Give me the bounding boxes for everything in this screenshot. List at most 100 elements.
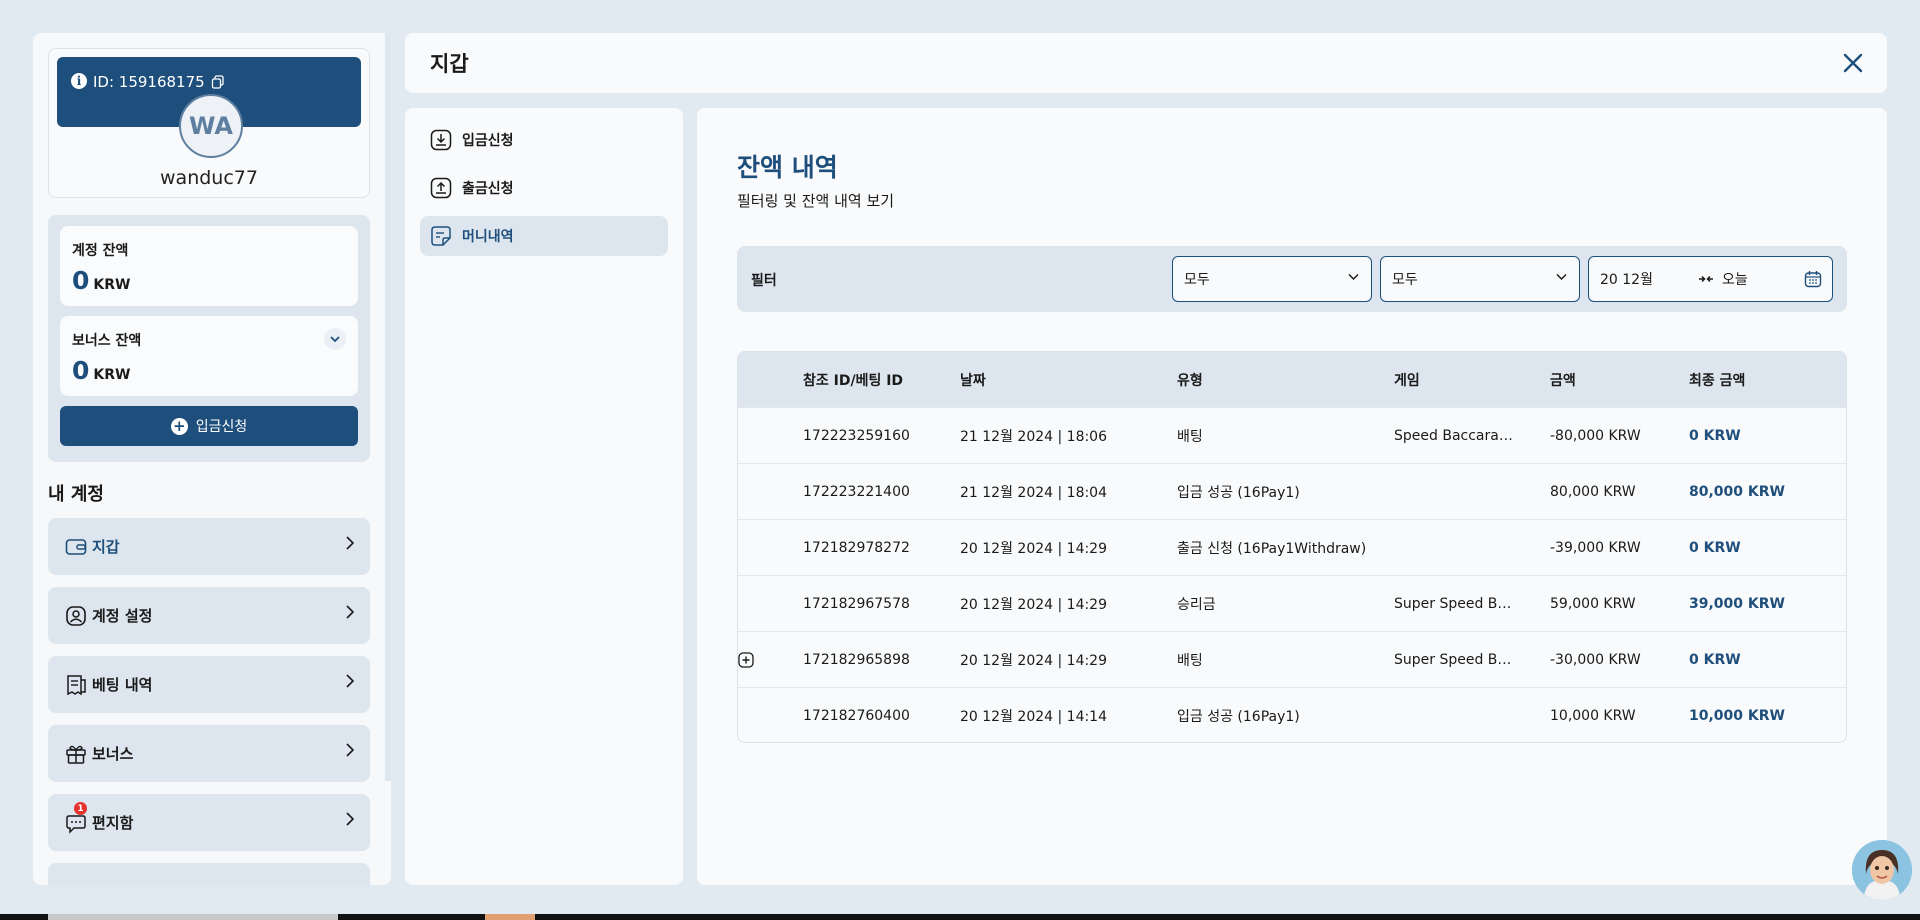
cell-final-amount: 80,000 KRW (1689, 483, 1785, 500)
user-settings-icon (64, 604, 88, 628)
profile-card: i ID: 159168175 WA wanduc77 (48, 48, 370, 198)
download-icon (430, 129, 452, 151)
cell-final-amount: 0 KRW (1689, 427, 1741, 444)
sidebar-item-account-settings[interactable]: 계정 설정 (48, 587, 370, 644)
table-row[interactable]: 172182760400 20 12월 2024 | 14:14 입금 성공 (… (738, 687, 1846, 742)
cell-ref: 172223221400 (803, 483, 910, 500)
cell-amount: -39,000 KRW (1550, 539, 1641, 556)
balance-history-table: 참조 ID/베팅 ID 날짜 유형 게임 금액 최종 금액 1722232591… (737, 351, 1847, 743)
table-row[interactable]: 172182967578 20 12월 2024 | 14:29 승리금 Sup… (738, 575, 1846, 631)
account-balance-card: 계정 잔액 0 KRW (60, 226, 358, 306)
cell-date: 20 12월 2024 | 14:14 (960, 708, 1108, 725)
sidebar-item-wallet[interactable]: 지갑 (48, 518, 370, 575)
submenu-deposit[interactable]: 입금신청 (420, 120, 668, 160)
submenu-withdraw[interactable]: 출금신청 (420, 168, 668, 208)
sidebar-item-label: 지갑 (92, 538, 120, 556)
table-header: 참조 ID/베팅 ID 날짜 유형 게임 금액 최종 금액 (738, 352, 1846, 407)
close-icon[interactable] (1841, 51, 1865, 75)
sidebar-item-label: 베팅 내역 (92, 676, 153, 694)
cell-game: Super Speed Ba… (1394, 652, 1517, 668)
deposit-button[interactable]: + 입금신청 (60, 406, 358, 446)
account-balance-label: 계정 잔액 (72, 243, 129, 259)
account-sidebar: i ID: 159168175 WA wanduc77 계정 잔액 0 KRW 보… (33, 33, 391, 885)
cell-amount: 10,000 KRW (1550, 707, 1636, 724)
avatar: WA (179, 94, 243, 158)
copy-icon[interactable] (211, 75, 225, 89)
cell-date: 21 12월 2024 | 18:04 (960, 484, 1108, 501)
date-from: 20 12월 (1600, 272, 1653, 288)
cell-date: 21 12월 2024 | 18:06 (960, 428, 1108, 445)
section-title: 잔액 내역 (737, 153, 838, 182)
chevron-right-icon (346, 536, 354, 550)
wallet-submenu: 입금신청 출금신청 머니내역 (405, 108, 683, 885)
column-header: 게임 (1394, 372, 1420, 389)
cell-type: 입금 성공 (16Pay1) (1177, 708, 1300, 725)
account-balance-value: 0 KRW (72, 266, 346, 295)
column-header: 날짜 (960, 372, 986, 389)
cell-game: Super Speed Ba… (1394, 596, 1517, 612)
table-row[interactable]: 172223259160 21 12월 2024 | 18:06 배팅 Spee… (738, 407, 1846, 463)
cell-ref: 172223259160 (803, 427, 910, 444)
deposit-button-label: 입금신청 (195, 419, 248, 435)
sidebar-item-bonus[interactable]: 보너스 (48, 725, 370, 782)
cell-date: 20 12월 2024 | 14:29 (960, 652, 1108, 669)
submenu-label: 입금신청 (462, 133, 514, 149)
chevron-right-icon (346, 812, 354, 826)
cell-amount: -30,000 KRW (1550, 651, 1641, 668)
cell-amount: 80,000 KRW (1550, 483, 1636, 500)
cell-game (1394, 464, 1517, 519)
sidebar-item-inbox[interactable]: 1 편지함 (48, 794, 370, 851)
gift-icon (64, 742, 88, 766)
cell-ref: 172182967578 (803, 595, 910, 612)
sidebar-item-more[interactable] (48, 863, 370, 885)
cell-amount: 59,000 KRW (1550, 595, 1636, 612)
cell-ref: 172182965898 (803, 651, 910, 668)
bonus-balance-card: 보너스 잔액 0 KRW (60, 316, 358, 396)
wallet-icon (64, 535, 88, 559)
cell-type: 입금 성공 (16Pay1) (1177, 484, 1300, 501)
document-icon (431, 226, 451, 246)
calendar-icon (1804, 271, 1822, 288)
table-row[interactable]: 172223221400 21 12월 2024 | 18:04 입금 성공 (… (738, 463, 1846, 519)
chevron-right-icon (346, 674, 354, 688)
type-filter-select[interactable]: 모두 (1172, 256, 1372, 302)
filter-label: 필터 (751, 273, 777, 289)
select-value: 모두 (1184, 272, 1210, 288)
filter-bar: 필터 모두 모두 20 12월 오늘 (737, 246, 1847, 312)
column-header: 참조 ID/베팅 ID (803, 372, 904, 389)
account-balance-currency: KRW (93, 277, 131, 293)
cell-type: 배팅 (1177, 652, 1203, 669)
balance-history-panel: 잔액 내역 필터링 및 잔액 내역 보기 필터 모두 모두 20 12월 오늘 … (697, 108, 1887, 885)
sidebar-item-label: 보너스 (92, 745, 134, 763)
unread-badge: 1 (74, 802, 87, 815)
upload-icon (430, 177, 452, 199)
bonus-balance-label: 보너스 잔액 (72, 333, 142, 349)
cell-final-amount: 10,000 KRW (1689, 707, 1785, 724)
table-row[interactable]: 172182978272 20 12월 2024 | 14:29 출금 신청 (… (738, 519, 1846, 575)
cell-game (1394, 520, 1517, 575)
cell-date: 20 12월 2024 | 14:29 (960, 540, 1108, 557)
cell-ref: 172182978272 (803, 539, 910, 556)
column-header: 금액 (1550, 372, 1576, 389)
table-row[interactable]: 172182965898 20 12월 2024 | 14:29 배팅 Supe… (738, 631, 1846, 687)
section-subtitle: 필터링 및 잔액 내역 보기 (737, 192, 895, 210)
expand-row-icon[interactable] (738, 652, 754, 668)
sidebar-item-betting-history[interactable]: 베팅 내역 (48, 656, 370, 713)
page-title: 지갑 (430, 52, 469, 76)
wallet-header: 지갑 (405, 33, 1887, 93)
submenu-label: 출금신청 (462, 181, 514, 197)
submenu-money-history[interactable]: 머니내역 (420, 216, 668, 256)
bonus-balance-value: 0 KRW (72, 356, 346, 385)
plus-circle-icon: + (170, 417, 188, 435)
chevron-right-icon (346, 743, 354, 757)
date-range-picker[interactable]: 20 12월 오늘 (1588, 256, 1833, 302)
info-icon: i (71, 73, 87, 89)
balance-box: 계정 잔액 0 KRW 보너스 잔액 0 KRW + 입금신청 (48, 215, 370, 462)
cell-ref: 172182760400 (803, 707, 910, 724)
cell-final-amount: 0 KRW (1689, 651, 1741, 668)
chat-assistant-avatar[interactable] (1852, 840, 1912, 900)
status-filter-select[interactable]: 모두 (1380, 256, 1580, 302)
chevron-down-icon[interactable] (324, 328, 346, 350)
sidebar-scrollbar[interactable] (385, 33, 391, 781)
column-header: 유형 (1177, 372, 1203, 389)
